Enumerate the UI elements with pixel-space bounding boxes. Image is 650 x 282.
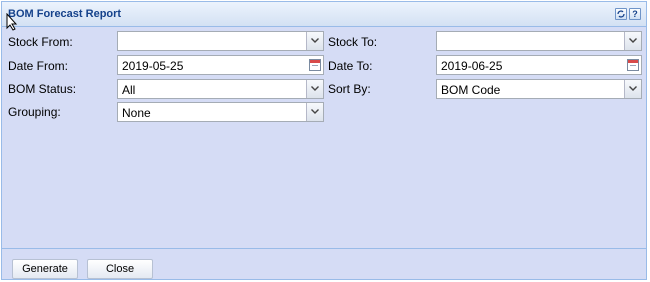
date-to-field[interactable]: 2019-06-25 <box>436 55 642 75</box>
bom-status-dropdown-trigger[interactable] <box>306 80 323 98</box>
chevron-down-icon <box>311 86 319 91</box>
mouse-cursor-icon <box>6 13 18 31</box>
stock-to-combobox[interactable] <box>436 31 642 51</box>
stock-to-dropdown-trigger[interactable] <box>624 32 641 50</box>
date-from-label: Date From: <box>8 59 69 73</box>
panel-footer: Generate Close <box>2 248 646 279</box>
grouping-combobox[interactable]: None <box>117 102 324 122</box>
panel-header: BOM Forecast Report ? <box>2 2 646 27</box>
sort-by-dropdown-trigger[interactable] <box>624 80 641 98</box>
chevron-down-icon <box>629 86 637 91</box>
grouping-dropdown-trigger[interactable] <box>306 103 323 121</box>
calendar-icon[interactable] <box>309 59 321 71</box>
date-to-label: Date To: <box>328 59 373 73</box>
date-from-field[interactable]: 2019-05-25 <box>117 55 324 75</box>
panel-title: BOM Forecast Report <box>8 8 122 20</box>
bom-status-value: All <box>122 83 136 97</box>
stock-to-label: Stock To: <box>328 35 378 49</box>
stock-from-combobox[interactable] <box>117 31 324 51</box>
generate-button[interactable]: Generate <box>12 259 78 279</box>
calendar-icon[interactable] <box>627 59 639 71</box>
sort-by-label: Sort By: <box>328 82 371 96</box>
bom-forecast-panel: BOM Forecast Report ? Stock From: Stock … <box>1 1 647 280</box>
refresh-icon[interactable] <box>615 8 627 20</box>
date-to-value: 2019-06-25 <box>441 59 503 73</box>
stock-from-label: Stock From: <box>8 35 73 49</box>
stock-from-dropdown-trigger[interactable] <box>306 32 323 50</box>
sort-by-value: BOM Code <box>441 83 501 97</box>
chevron-down-icon <box>629 38 637 43</box>
chevron-down-icon <box>311 38 319 43</box>
date-from-value: 2019-05-25 <box>122 59 184 73</box>
bom-status-label: BOM Status: <box>8 82 77 96</box>
grouping-value: None <box>122 106 151 120</box>
grouping-label: Grouping: <box>8 105 61 119</box>
sort-by-combobox[interactable]: BOM Code <box>436 79 642 99</box>
bom-status-combobox[interactable]: All <box>117 79 324 99</box>
close-button[interactable]: Close <box>87 259 153 279</box>
help-icon[interactable]: ? <box>629 8 641 20</box>
chevron-down-icon <box>311 109 319 114</box>
